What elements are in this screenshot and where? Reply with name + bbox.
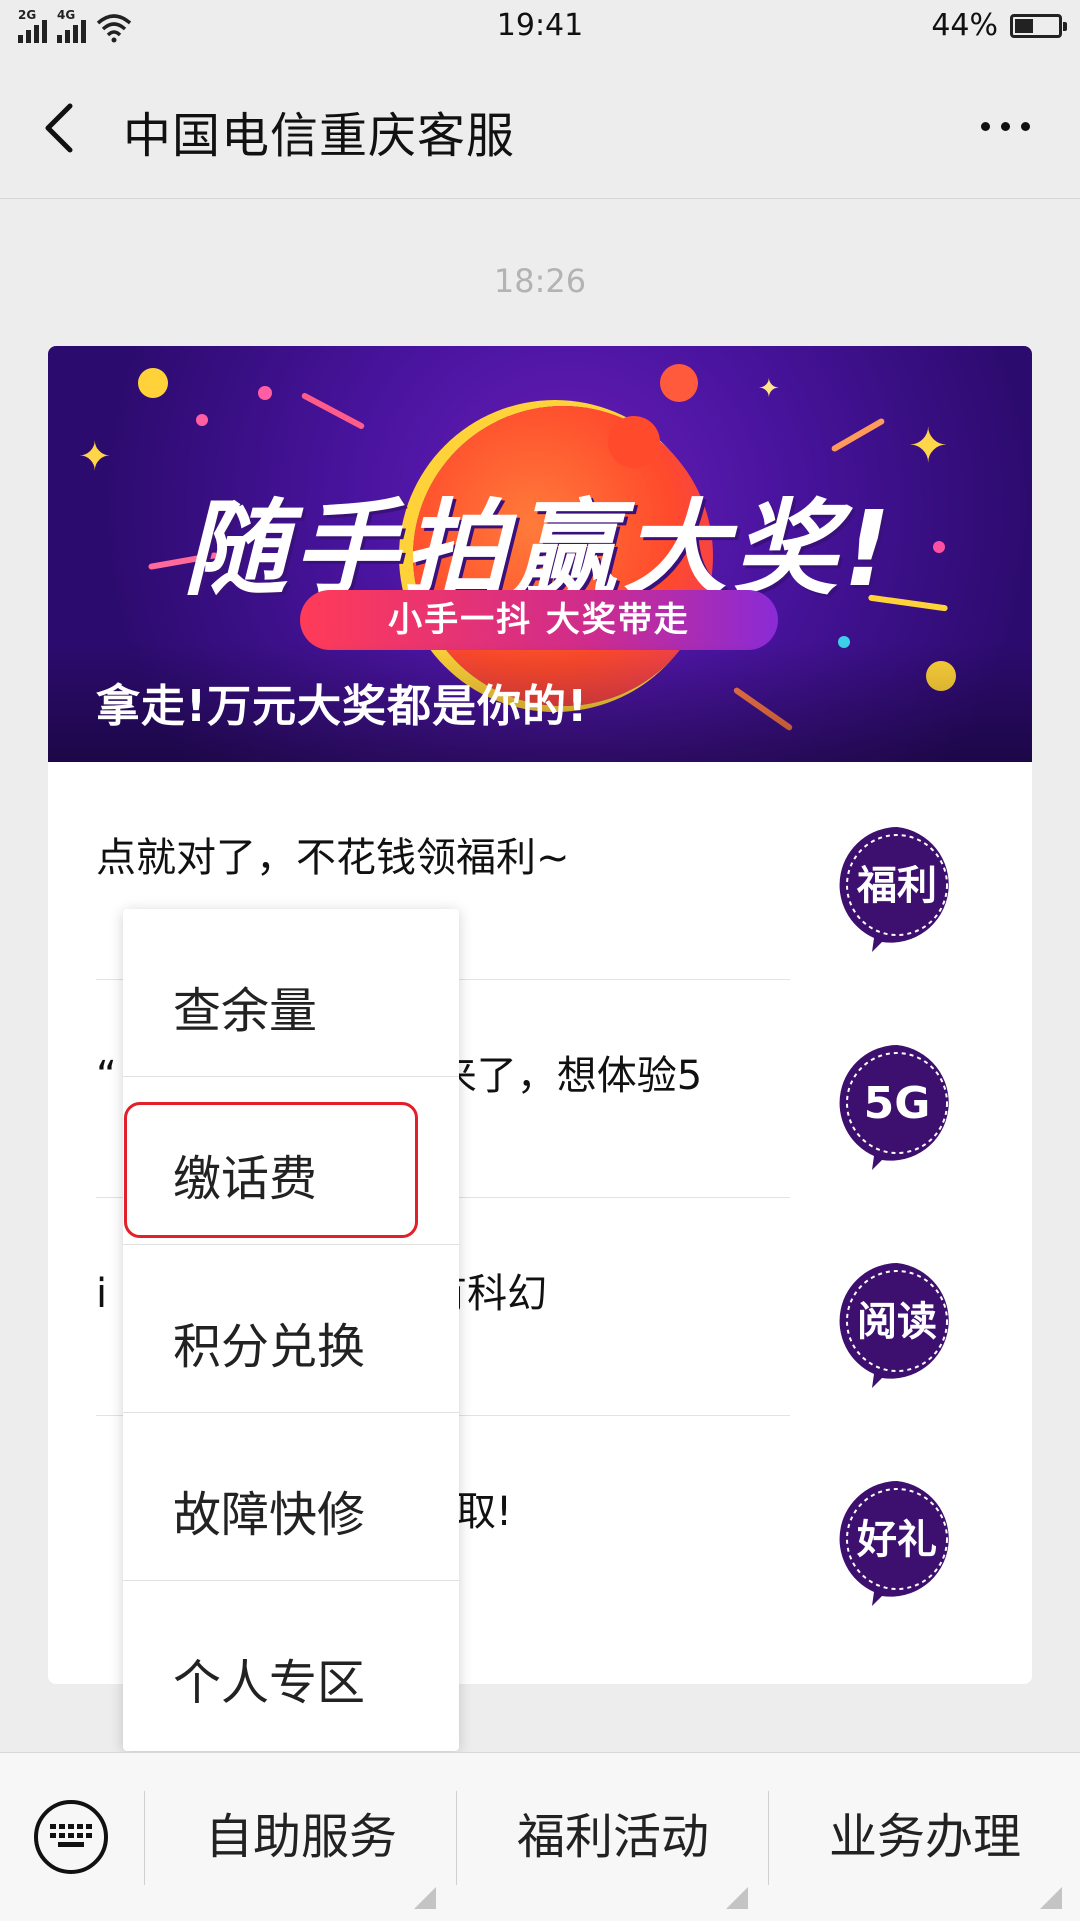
reading-badge-icon: 阅读 (839, 1263, 949, 1388)
keyboard-icon[interactable] (34, 1800, 108, 1874)
5g-badge-icon: 5G (839, 1045, 949, 1170)
battery-icon (1010, 13, 1067, 38)
menu-label: 福利活动 (516, 1809, 709, 1865)
battery-area: 44% (931, 8, 1067, 43)
promo-banner[interactable]: ✦ ✦ ✦ 随手拍赢大奖! 小手一抖 大奖带走 拿走!万元大奖都是你的! (48, 346, 1032, 762)
submenu-corner-icon (726, 1887, 748, 1909)
menu-label: 业务办理 (828, 1809, 1021, 1865)
badge-label: 好礼 (856, 1517, 937, 1563)
menu-label: 自助服务 (204, 1809, 397, 1865)
bottom-menu-bar: 自助服务 福利活动 业务办理 (0, 1752, 1080, 1921)
menu-item-personal-zone[interactable]: 个人专区 (123, 1581, 459, 1749)
submenu-corner-icon (1040, 1887, 1062, 1909)
more-dots-icon[interactable] (981, 122, 1030, 131)
message-timestamp: 18:26 (493, 262, 587, 300)
clock: 19:41 (496, 8, 584, 43)
divider (456, 1791, 457, 1885)
page-title: 中国电信重庆客服 (123, 108, 516, 164)
battery-percent: 44% (931, 8, 998, 43)
status-bar: 2G 4G 19:41 44% (0, 0, 1080, 58)
confetti-dot (138, 368, 168, 398)
badge-label: 阅读 (857, 1299, 937, 1345)
self-service-popup-menu: 查余量 缴话费 积分兑换 故障快修 个人专区 (123, 909, 459, 1751)
menu-item-label: 故障快修 (173, 1487, 366, 1543)
welfare-badge-icon: 福利 (839, 827, 949, 952)
highlight-box (124, 1102, 418, 1238)
gift-badge-icon: 好礼 (839, 1481, 949, 1606)
menu-self-service[interactable]: 自助服务 (146, 1753, 456, 1921)
confetti-streak (300, 391, 366, 431)
chevron-left-icon[interactable] (36, 98, 86, 158)
chat-header: 中国电信重庆客服 (0, 58, 1080, 199)
divider (144, 1791, 145, 1885)
confetti-dot (196, 414, 208, 426)
badge-label: 5G (864, 1078, 931, 1129)
menu-business-handling[interactable]: 业务办理 (770, 1753, 1080, 1921)
divider (768, 1791, 769, 1885)
menu-item-points-exchange[interactable]: 积分兑换 (123, 1245, 459, 1413)
banner-caption: 拿走!万元大奖都是你的! (96, 681, 589, 732)
badge-label: 福利 (856, 863, 937, 909)
menu-item-label: 查余量 (173, 983, 318, 1039)
menu-item-fault-repair[interactable]: 故障快修 (123, 1413, 459, 1581)
menu-item-check-balance[interactable]: 查余量 (123, 909, 459, 1077)
menu-welfare-activities[interactable]: 福利活动 (458, 1753, 768, 1921)
article-title: 点就对了，不花钱领福利~ (96, 835, 570, 881)
confetti-streak (830, 417, 886, 453)
menu-item-label: 个人专区 (173, 1655, 366, 1711)
confetti-dot (258, 386, 272, 400)
confetti-dot (660, 364, 698, 402)
submenu-corner-icon (414, 1887, 436, 1909)
banner-subtitle-pill: 小手一抖 大奖带走 (300, 590, 778, 650)
menu-item-label: 积分兑换 (173, 1319, 366, 1375)
confetti-dot (608, 416, 660, 468)
star-icon: ✦ (758, 374, 780, 404)
